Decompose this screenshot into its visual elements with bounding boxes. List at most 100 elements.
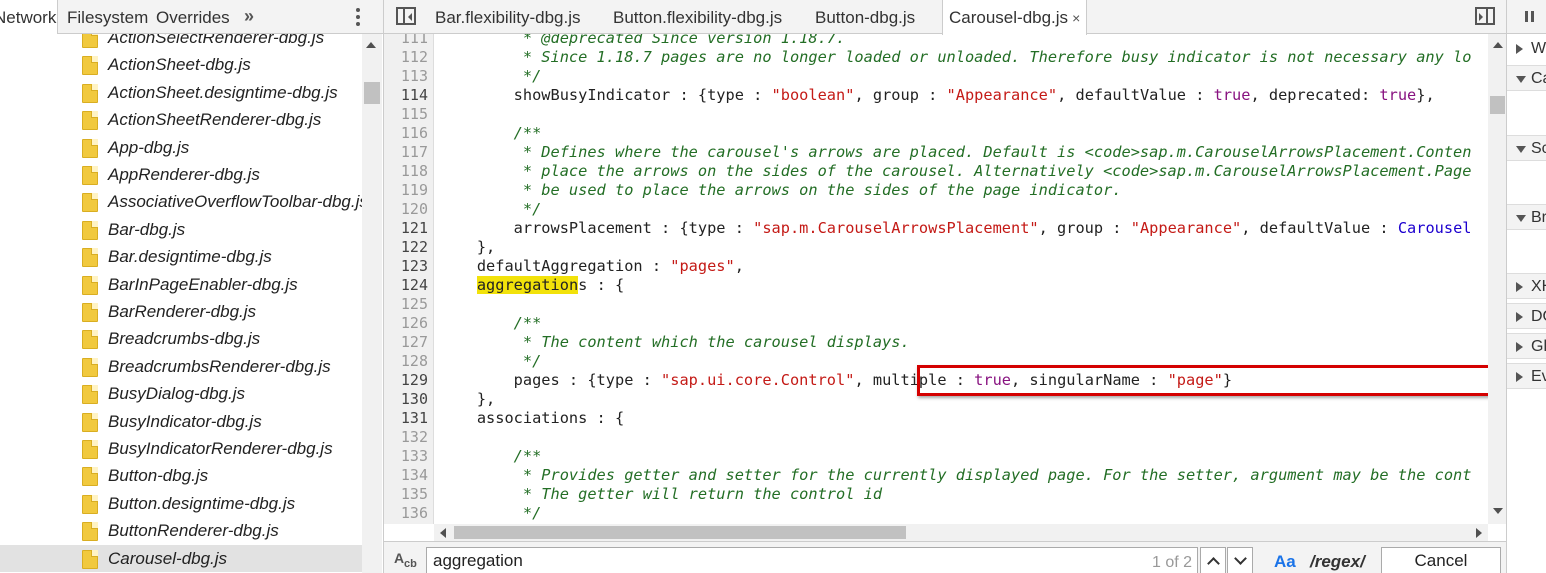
file-tree-item[interactable]: ActionSelectRenderer-dbg.js [0, 34, 362, 51]
file-tree-item[interactable]: Bar.designtime-dbg.js [0, 243, 362, 270]
line-number[interactable]: 117 [384, 143, 428, 162]
section-callstack[interactable]: Ca [1507, 65, 1546, 91]
toggle-navigator-icon[interactable] [396, 7, 416, 25]
scrollbar-thumb[interactable] [454, 526, 906, 539]
previous-match-button[interactable] [1200, 547, 1226, 573]
file-tree-item[interactable]: BusyIndicator-dbg.js [0, 408, 362, 435]
scrollbar-thumb[interactable] [364, 82, 380, 104]
line-number[interactable]: 133 [384, 447, 428, 466]
line-number[interactable]: 135 [384, 485, 428, 504]
line-number[interactable]: 113 [384, 67, 428, 86]
tab-button-dbg[interactable]: Button-dbg.js [815, 0, 915, 34]
file-tree-item[interactable]: BreadcrumbsRenderer-dbg.js [0, 353, 362, 380]
code-area[interactable]: 111 112 113 114 115 116 117 118 119 120 121 122 123 1… [384, 34, 1488, 524]
line-number[interactable]: 132 [384, 428, 428, 447]
tab-network[interactable]: Network [0, 0, 58, 34]
scrollbar-thumb[interactable] [1490, 96, 1505, 114]
file-name: Bar-dbg.js [108, 219, 186, 239]
tab-label: Button-dbg.js [815, 8, 916, 27]
tab-overrides[interactable]: Overrides [156, 0, 230, 34]
line-number[interactable]: 111 [384, 34, 428, 48]
file-name: ButtonRenderer-dbg.js [108, 521, 279, 541]
regex-button[interactable]: /regex/ [1310, 552, 1365, 572]
code-vertical-scrollbar[interactable] [1488, 34, 1506, 524]
line-number[interactable]: 129 [384, 371, 428, 390]
navigator-scrollbar[interactable] [362, 34, 382, 573]
next-match-button[interactable] [1227, 547, 1253, 573]
kebab-menu-icon[interactable] [352, 6, 364, 28]
line-number[interactable]: 120 [384, 200, 428, 219]
tab-label: Carousel-dbg.js [949, 8, 1069, 27]
line-number[interactable]: 128 [384, 352, 428, 371]
file-tree-item[interactable]: Button.designtime-dbg.js [0, 490, 362, 517]
section-scope[interactable]: Sc [1507, 135, 1546, 161]
toggle-debugger-icon[interactable] [1475, 7, 1495, 25]
code-line: * be used to place the arrows on the sid… [440, 181, 1122, 199]
tab-label: Bar.flexibility-dbg.js [435, 8, 581, 27]
file-tree-item[interactable]: BarRenderer-dbg.js [0, 298, 362, 325]
line-number[interactable]: 118 [384, 162, 428, 181]
file-tree-item[interactable]: BusyDialog-dbg.js [0, 380, 362, 407]
code-horizontal-scrollbar[interactable] [434, 524, 1488, 541]
file-tree-item[interactable]: BusyIndicatorRenderer-dbg.js [0, 435, 362, 462]
file-tree-item[interactable]: ButtonRenderer-dbg.js [0, 517, 362, 544]
section-watch[interactable]: W [1507, 38, 1546, 60]
section-event-listener-breakpoints[interactable]: Ev [1507, 363, 1546, 389]
line-number[interactable]: 127 [384, 333, 428, 352]
match-case-icon[interactable]: A cb [394, 550, 417, 570]
file-name: BusyIndicator-dbg.js [108, 411, 262, 431]
line-number[interactable]: 131 [384, 409, 428, 428]
file-tree-item[interactable]: AppRenderer-dbg.js [0, 161, 362, 188]
section-xhr-breakpoints[interactable]: XH [1507, 273, 1546, 299]
line-number[interactable]: 137 [384, 523, 428, 524]
scroll-up-icon[interactable] [366, 42, 376, 48]
code-line: * Defines where the carousel's arrows ar… [440, 143, 1472, 161]
file-tree-item[interactable]: ActionSheetRenderer-dbg.js [0, 106, 362, 133]
line-number[interactable]: 130 [384, 390, 428, 409]
scroll-right-icon[interactable] [1476, 528, 1482, 538]
line-number[interactable]: 116 [384, 124, 428, 143]
file-tree-item[interactable]: AssociativeOverflowToolbar-dbg.js [0, 188, 362, 215]
file-tree-item[interactable]: ActionSheet.designtime-dbg.js [0, 79, 362, 106]
file-tree-item[interactable]: Breadcrumbs-dbg.js [0, 325, 362, 352]
pause-icon[interactable] [1525, 11, 1535, 22]
line-number[interactable]: 125 [384, 295, 428, 314]
file-tree-item[interactable]: Carousel-dbg.js [0, 544, 362, 572]
file-tree-item[interactable]: Bar-dbg.js [0, 216, 362, 243]
expand-icon [1516, 282, 1523, 292]
section-dom-breakpoints[interactable]: DO [1507, 303, 1546, 329]
line-number[interactable]: 123 [384, 257, 428, 276]
file-tree-item[interactable]: BarInPageEnabler-dbg.js [0, 271, 362, 298]
line-number[interactable]: 112 [384, 48, 428, 67]
match-case-button[interactable]: Aa [1274, 552, 1296, 572]
annotation-highlight-box [917, 365, 1506, 396]
line-number[interactable]: 136 [384, 504, 428, 523]
js-file-icon [82, 275, 98, 295]
file-name: BusyDialog-dbg.js [108, 384, 246, 404]
scroll-up-icon[interactable] [1493, 42, 1503, 48]
tab-filesystem[interactable]: Filesystem [67, 0, 148, 34]
file-tree-item[interactable]: Button-dbg.js [0, 462, 362, 489]
section-global-listeners[interactable]: Gl [1507, 333, 1546, 359]
file-name: App-dbg.js [108, 137, 190, 157]
line-number[interactable]: 126 [384, 314, 428, 333]
more-tabs-icon[interactable]: » [244, 0, 254, 34]
scroll-down-icon[interactable] [1493, 508, 1503, 514]
scroll-left-icon[interactable] [440, 528, 446, 538]
tab-bar-flexibility[interactable]: Bar.flexibility-dbg.js [435, 0, 581, 34]
file-tree-item[interactable]: App-dbg.js [0, 134, 362, 161]
search-input[interactable] [426, 547, 1198, 573]
section-breakpoints[interactable]: Br [1507, 204, 1546, 230]
line-number[interactable]: 134 [384, 466, 428, 485]
line-number[interactable]: 124 [384, 276, 428, 295]
line-number[interactable]: 115 [384, 105, 428, 124]
line-number[interactable]: 114 [384, 86, 428, 105]
cancel-button[interactable]: Cancel [1381, 547, 1501, 573]
line-number[interactable]: 122 [384, 238, 428, 257]
line-number[interactable]: 119 [384, 181, 428, 200]
close-tab-icon[interactable]: × [1072, 10, 1080, 26]
file-tree-item[interactable]: ActionSheet-dbg.js [0, 51, 362, 78]
tab-carousel-dbg[interactable]: Carousel-dbg.js × [942, 0, 1088, 35]
tab-button-flexibility[interactable]: Button.flexibility-dbg.js [613, 0, 782, 34]
line-number[interactable]: 121 [384, 219, 428, 238]
